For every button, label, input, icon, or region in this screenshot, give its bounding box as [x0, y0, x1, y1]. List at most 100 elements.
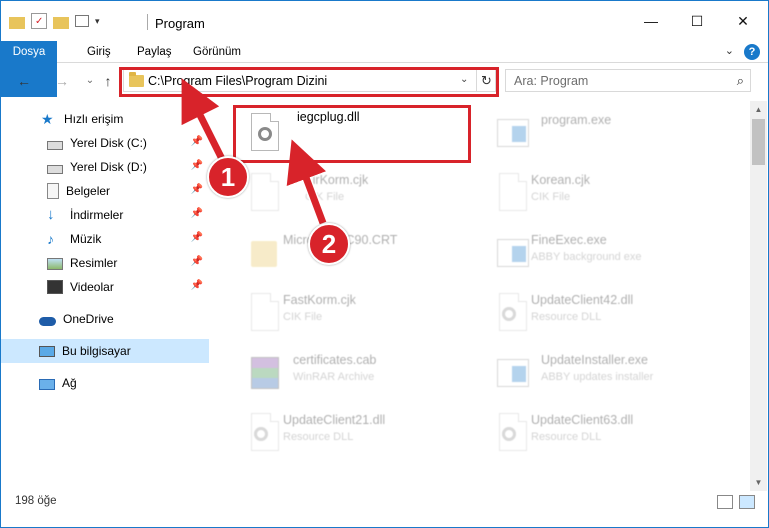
maximize-button[interactable]: ☐	[674, 1, 720, 41]
item-count: 198 öğe	[15, 495, 57, 507]
sidebar-item-label: Resimler	[70, 256, 118, 270]
forward-button[interactable]: →	[53, 72, 71, 90]
tab-view[interactable]: Görünüm	[181, 41, 253, 63]
sidebar-item-label: İndirmeler	[70, 208, 124, 222]
file-item[interactable]: Microsoft.VC90.CRT	[235, 225, 475, 281]
new-folder-icon[interactable]	[53, 16, 69, 29]
file-highlight-box	[233, 105, 471, 163]
file-item[interactable]: FirKorm.cjk CIK File	[235, 165, 475, 221]
quick-access-toolbar: ✓ ▾	[9, 13, 100, 29]
pin-icon[interactable]: 📌	[191, 184, 203, 195]
pin-icon[interactable]: 📌	[191, 160, 203, 171]
sidebar-item-label: Hızlı erişim	[64, 112, 124, 126]
music-icon: ♪	[47, 231, 54, 247]
file-icon	[495, 173, 529, 213]
tab-share[interactable]: Paylaş	[125, 41, 184, 63]
file-name: UpdateInstaller.exe	[541, 353, 649, 367]
file-item[interactable]: certificates.cab WinRAR Archive	[235, 345, 475, 401]
folder-icon	[247, 233, 281, 273]
dll-icon	[495, 413, 529, 453]
file-name: Korean.cjk	[531, 173, 591, 187]
file-description: Resource DLL	[531, 311, 602, 323]
file-item[interactable]: UpdateInstaller.exe ABBY updates install…	[483, 345, 723, 401]
sidebar-item-label: Yerel Disk (C:)	[70, 136, 147, 150]
file-explorer-window: ✓ ▾ Program — ☐ ✕ Dosya Giriş Paylaş Gör…	[0, 0, 769, 528]
computer-icon	[39, 346, 55, 357]
back-button[interactable]: ←	[15, 72, 33, 90]
search-input[interactable]: Ara: Program ⌕	[505, 69, 751, 92]
sidebar-item-documents[interactable]: Belgeler 📌	[1, 179, 209, 203]
search-placeholder: Ara: Program	[514, 74, 589, 88]
archive-icon	[247, 353, 281, 393]
scroll-down-icon[interactable]: ▼	[750, 474, 767, 491]
sidebar-item-videos[interactable]: Videolar 📌	[1, 275, 209, 299]
file-name: certificates.cab	[293, 353, 377, 367]
status-bar: 198 öğe	[1, 491, 768, 527]
network-icon	[39, 378, 55, 390]
file-name: FastKorm.cjk	[283, 293, 356, 307]
sidebar-item-onedrive[interactable]: OneDrive	[1, 307, 209, 331]
file-name: UpdateClient63.dll	[531, 413, 634, 427]
pin-icon[interactable]: 📌	[191, 232, 203, 243]
sidebar-item-label: Bu bilgisayar	[62, 344, 131, 358]
sidebar-item-local-disk-d[interactable]: Yerel Disk (D:) 📌	[1, 155, 209, 179]
up-button[interactable]: ↑	[99, 72, 117, 90]
file-item[interactable]: program.exe	[483, 105, 723, 161]
close-button[interactable]: ✕	[720, 1, 766, 41]
title-separator	[147, 14, 148, 30]
search-icon: ⌕	[736, 73, 744, 88]
file-name: program.exe	[541, 113, 612, 127]
pictures-icon	[47, 258, 63, 270]
chevron-down-icon[interactable]: ⌄	[725, 44, 734, 60]
sidebar-item-label: OneDrive	[63, 312, 114, 326]
scroll-thumb[interactable]	[752, 119, 765, 165]
folder-icon[interactable]	[9, 16, 25, 29]
sidebar-item-local-disk-c[interactable]: Yerel Disk (C:) 📌	[1, 131, 209, 155]
sidebar-item-pictures[interactable]: Resimler 📌	[1, 251, 209, 275]
exe-icon	[495, 233, 529, 273]
file-name: UpdateClient21.dll	[283, 413, 386, 427]
file-description: Resource DLL	[283, 431, 354, 443]
callout-1: 1	[207, 156, 249, 198]
callout-2: 2	[308, 223, 350, 265]
details-view-icon[interactable]	[717, 495, 733, 509]
sidebar-item-quick-access[interactable]: ★ Hızlı erişim	[1, 107, 209, 131]
minimize-button[interactable]: —	[628, 1, 674, 41]
file-name: FirKorm.cjk	[305, 173, 369, 187]
large-icons-view-icon[interactable]	[739, 495, 755, 509]
file-item[interactable]: UpdateClient21.dll Resource DLL	[235, 405, 475, 461]
address-highlight-box	[119, 67, 499, 97]
file-item[interactable]: UpdateClient42.dll Resource DLL	[483, 285, 723, 341]
drive-icon	[47, 164, 63, 174]
vertical-scrollbar[interactable]: ▲ ▼	[750, 101, 767, 491]
dll-icon	[495, 293, 529, 333]
sidebar-item-network[interactable]: Ağ	[1, 371, 209, 395]
pin-icon[interactable]: 📌	[191, 280, 203, 291]
file-description: CIK File	[531, 191, 571, 203]
sidebar-item-music[interactable]: ♪ Müzik 📌	[1, 227, 209, 251]
file-item[interactable]: FineExec.exe ABBY background exe	[483, 225, 723, 281]
pin-icon[interactable]: 📌	[191, 136, 203, 147]
file-item[interactable]: FastKorm.cjk CIK File	[235, 285, 475, 341]
file-item[interactable]: Korean.cjk CIK File	[483, 165, 723, 221]
file-icon	[247, 173, 281, 213]
properties-icon[interactable]: ✓	[31, 13, 47, 29]
sidebar-item-label: Yerel Disk (D:)	[70, 160, 147, 174]
customize-qat-chevron-icon[interactable]: ▾	[95, 16, 100, 27]
sidebar-item-this-pc[interactable]: Bu bilgisayar	[1, 339, 209, 363]
tab-home[interactable]: Giriş	[75, 41, 123, 63]
pin-icon[interactable]: 📌	[191, 256, 203, 267]
file-item[interactable]: UpdateClient63.dll Resource DLL	[483, 405, 723, 461]
pin-icon[interactable]: 📌	[191, 208, 203, 219]
file-name: UpdateClient42.dll	[531, 293, 634, 307]
recent-locations-button[interactable]: ⌄	[81, 72, 99, 90]
ribbon-tabs: Dosya Giriş Paylaş Görünüm ⌄ ?	[1, 41, 768, 97]
videos-icon	[47, 280, 63, 294]
sidebar-item-downloads[interactable]: ↓ İndirmeler 📌	[1, 203, 209, 227]
cloud-icon	[39, 316, 56, 326]
help-icon[interactable]: ?	[744, 44, 760, 60]
view-options-icon[interactable]	[75, 15, 89, 27]
window-title: Program	[155, 16, 205, 31]
scroll-up-icon[interactable]: ▲	[750, 101, 767, 118]
sidebar-item-label: Ağ	[62, 376, 77, 390]
